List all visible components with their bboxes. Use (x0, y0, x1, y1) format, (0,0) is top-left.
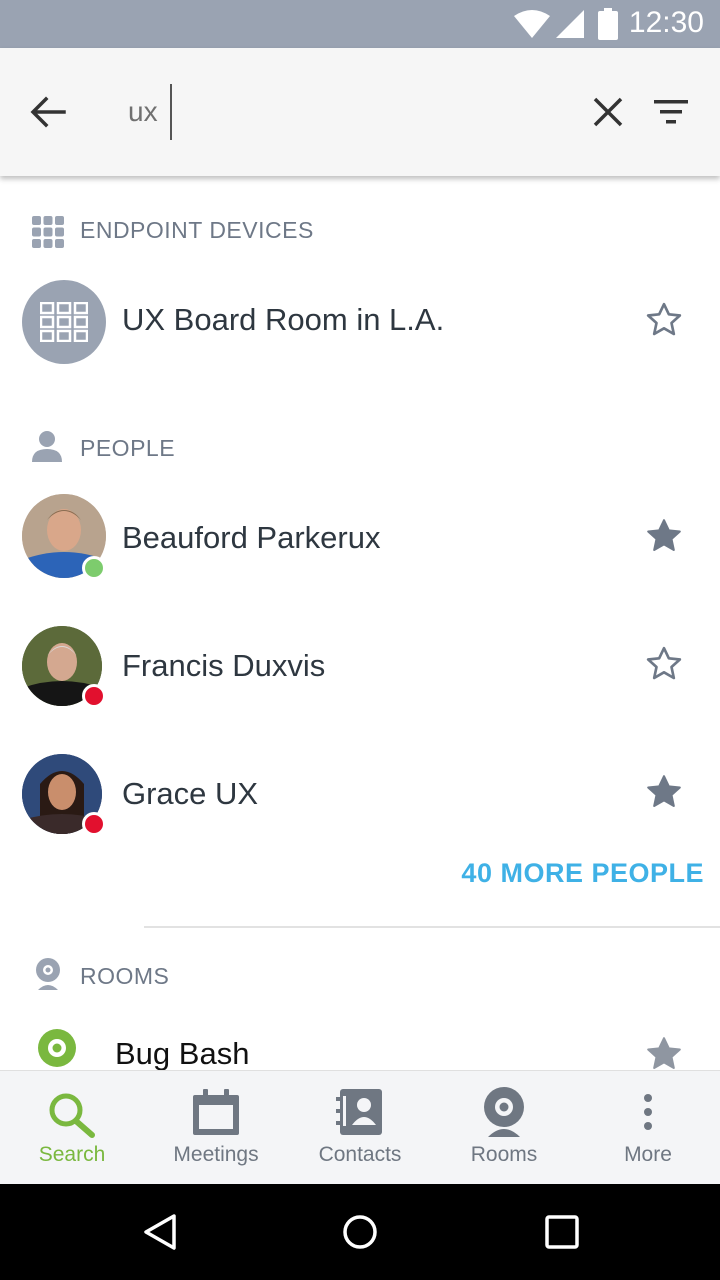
more-people-link[interactable]: 40 MORE PEOPLE (461, 858, 704, 889)
system-back-icon[interactable] (142, 1214, 178, 1250)
list-item-endpoint[interactable]: UX Board Room in L.A. (0, 276, 720, 368)
clear-icon[interactable] (592, 96, 624, 128)
contacts-book-icon (336, 1089, 382, 1135)
star-outline-icon[interactable] (644, 300, 684, 340)
search-header (0, 48, 720, 176)
nav-label-meetings: Meetings (173, 1143, 259, 1166)
nav-label-more: More (624, 1143, 672, 1166)
person-name: Francis Duxvis (122, 648, 326, 683)
list-item-person[interactable]: Francis Duxvis (0, 622, 720, 714)
search-input[interactable] (128, 84, 428, 140)
endpoint-grid-icon (32, 216, 64, 248)
text-cursor (170, 84, 172, 140)
nav-meetings[interactable]: Meetings (144, 1071, 288, 1185)
divider (144, 926, 720, 928)
endpoint-avatar (22, 280, 106, 364)
nav-label-rooms: Rooms (470, 1143, 538, 1166)
battery-icon (598, 8, 618, 40)
star-filled-icon[interactable] (644, 772, 684, 812)
list-item-room[interactable]: Bug Bash (0, 1022, 720, 1070)
section-title-endpoint-devices: ENDPOINT DEVICES (80, 217, 314, 243)
nav-search[interactable]: Search (0, 1071, 144, 1185)
room-webcam-icon (38, 1029, 76, 1067)
star-outline-icon[interactable] (644, 644, 684, 684)
system-nav-bar (0, 1184, 720, 1280)
system-home-icon[interactable] (342, 1214, 378, 1250)
back-arrow-icon[interactable] (28, 94, 68, 130)
section-title-rooms: ROOMS (80, 963, 170, 989)
presence-online-indicator (82, 556, 106, 580)
presence-busy-indicator (82, 684, 106, 708)
list-item-person[interactable]: Grace UX (0, 750, 720, 842)
search-icon (49, 1093, 95, 1138)
bottom-nav: Search Meetings Contacts Rooms More (0, 1070, 720, 1185)
endpoint-name: UX Board Room in L.A. (122, 302, 445, 337)
star-filled-icon[interactable] (644, 1034, 684, 1070)
person-icon (32, 431, 62, 462)
nav-more[interactable]: More (576, 1071, 720, 1185)
status-bar: 12:30 (0, 0, 720, 48)
star-filled-icon[interactable] (644, 516, 684, 556)
cellular-signal-icon (556, 10, 584, 38)
nav-label-contacts: Contacts (318, 1143, 402, 1166)
status-time: 12:30 (628, 6, 704, 39)
list-item-person[interactable]: Beauford Parkerux (0, 490, 720, 586)
webcam-icon (36, 958, 60, 990)
system-recents-icon[interactable] (544, 1214, 580, 1250)
nav-rooms[interactable]: Rooms (432, 1071, 576, 1185)
section-title-people: PEOPLE (80, 435, 176, 461)
person-name: Grace UX (122, 776, 259, 811)
wifi-icon (514, 10, 550, 38)
person-name: Beauford Parkerux (122, 520, 381, 555)
endpoint-grid-icon (40, 302, 88, 342)
room-name: Bug Bash (115, 1036, 250, 1070)
nav-contacts[interactable]: Contacts (288, 1071, 432, 1185)
more-vertical-icon (644, 1094, 652, 1130)
presence-busy-indicator (82, 812, 106, 836)
calendar-icon (193, 1089, 239, 1135)
filter-icon[interactable] (654, 98, 690, 126)
nav-label-search: Search (38, 1143, 106, 1166)
webcam-icon (484, 1087, 524, 1137)
